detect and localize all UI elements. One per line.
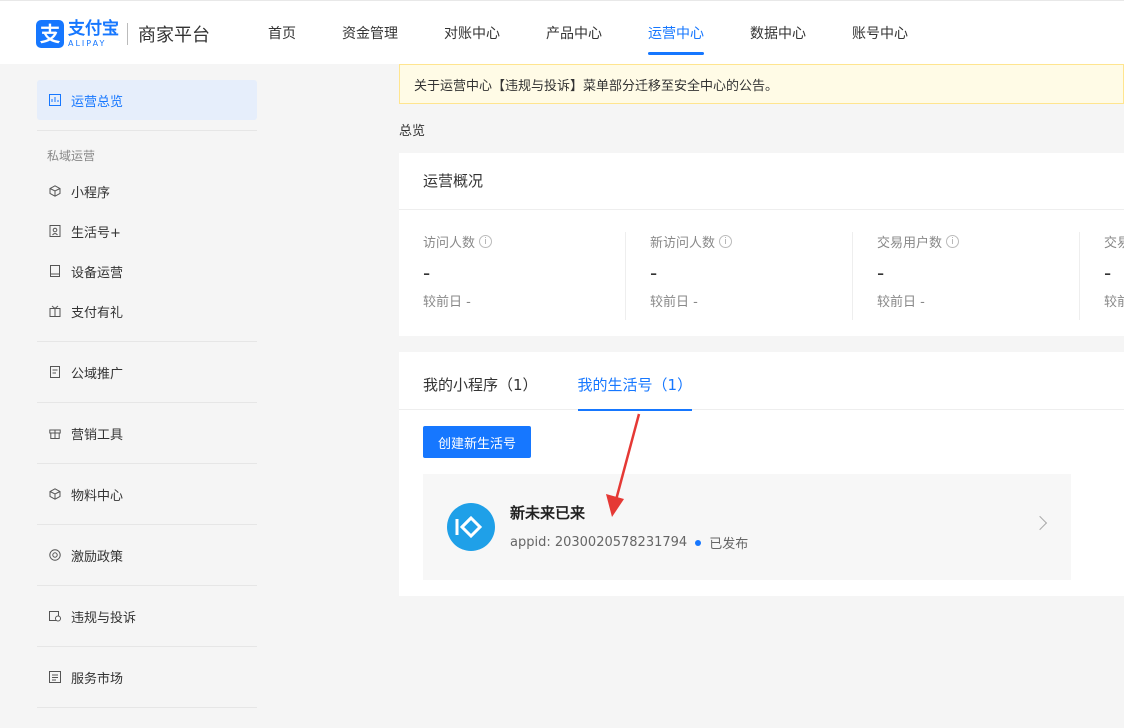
- nav-reconciliation[interactable]: 对账中心: [444, 1, 500, 65]
- logo-cn-text: 支付宝: [68, 18, 119, 39]
- sidebar-item-label: 物料中心: [71, 488, 124, 504]
- alipay-logo-icon: 支: [36, 20, 64, 48]
- alipay-logo[interactable]: 支 支付宝 ALIPAY 商家平台: [36, 20, 210, 48]
- create-life-account-button[interactable]: 创建新生活号: [423, 426, 532, 458]
- stat-label: 新访问人数: [650, 236, 716, 251]
- info-icon[interactable]: i: [946, 235, 960, 248]
- sidebar-divider: [37, 341, 257, 342]
- sidebar-divider: [37, 402, 257, 403]
- sidebar-item-payment-gift[interactable]: 支付有礼: [37, 291, 257, 331]
- sidebar-group-private: 私域运营: [47, 149, 96, 163]
- main-nav: 首页 资金管理 对账中心 产品中心 运营中心 数据中心 账号中心: [268, 1, 954, 65]
- platform-title: 商家平台: [138, 25, 210, 46]
- sidebar-item-label: 支付有礼: [71, 305, 124, 321]
- info-icon[interactable]: i: [719, 235, 733, 248]
- stat-trading-users: 交易用户数 i - 较前日 -: [853, 232, 1080, 320]
- apps-tabs: 我的小程序（1） 我的生活号（1）: [399, 352, 1124, 411]
- document-icon: [49, 366, 61, 378]
- sidebar-divider: [37, 130, 257, 131]
- sidebar-item-service-market[interactable]: 服务市场: [37, 657, 257, 697]
- sidebar-item-label: 违规与投诉: [71, 610, 137, 626]
- annotation-arrow-icon: [606, 413, 641, 517]
- announcement-banner[interactable]: 关于运营中心【违规与投诉】菜单部分迁移至安全中心的公告。: [399, 64, 1124, 104]
- overview-title: 运营概况: [399, 153, 1124, 210]
- badge-icon: [49, 549, 61, 561]
- profile-icon: [49, 225, 61, 237]
- nav-funds[interactable]: 资金管理: [342, 1, 398, 65]
- stat-compare: 较前日 -: [423, 295, 471, 310]
- sidebar-item-incentives[interactable]: 激励政策: [37, 535, 257, 575]
- life-account-item[interactable]: 新未来已来 appid: 2030020578231794 已发布: [423, 474, 1071, 580]
- cube-icon: [49, 185, 61, 197]
- sidebar-item-miniprogram[interactable]: 小程序: [37, 171, 257, 211]
- logo-divider: [127, 23, 128, 45]
- sidebar-item-overview[interactable]: 运营总览: [37, 80, 257, 120]
- tab-life-accounts[interactable]: 我的生活号（1）: [577, 352, 692, 411]
- stat-compare: 较前: [1104, 295, 1124, 310]
- sidebar-divider: [37, 646, 257, 647]
- stat-label: 访问人数: [423, 236, 476, 251]
- sidebar-item-device[interactable]: 设备运营: [37, 251, 257, 291]
- sidebar-item-label: 小程序: [71, 185, 111, 201]
- nav-products[interactable]: 产品中心: [546, 1, 602, 65]
- nav-operations[interactable]: 运营中心: [648, 1, 704, 65]
- stat-trading: 交易 - 较前: [1080, 232, 1124, 320]
- stat-label: 交易: [1104, 236, 1124, 251]
- sidebar-item-label: 服务市场: [71, 671, 124, 687]
- sidebar-item-lifeaccount[interactable]: 生活号+: [37, 211, 257, 251]
- sidebar-item-marketing-tools[interactable]: 营销工具: [37, 413, 257, 453]
- sidebar-item-label: 设备运营: [71, 265, 124, 281]
- stat-compare: 较前日 -: [650, 295, 698, 310]
- app-id: appid: 2030020578231794: [510, 535, 688, 550]
- chevron-right-icon: [1032, 515, 1048, 531]
- sidebar-item-label: 生活号+: [71, 225, 121, 241]
- overview-card: 运营概况 访问人数 i - 较前日 - 新访问人数 i - 较前日 - 交易用户数 i…: [399, 153, 1124, 336]
- sidebar-item-label: 激励政策: [71, 549, 124, 565]
- sidebar-item-label: 营销工具: [71, 427, 124, 443]
- stat-value: -: [423, 261, 431, 285]
- sidebar-item-public-promo[interactable]: 公域推广: [37, 352, 257, 392]
- cube-icon: [49, 488, 61, 500]
- status-dot-icon: [695, 539, 702, 546]
- stat-label: 交易用户数: [877, 236, 943, 251]
- announcement-text: 关于运营中心【违规与投诉】菜单部分迁移至安全中心的公告。: [414, 78, 779, 94]
- gift-box-icon: [49, 427, 61, 439]
- stat-value: -: [650, 261, 658, 285]
- sidebar-divider: [37, 585, 257, 586]
- sidebar-divider: [37, 524, 257, 525]
- app-avatar: [447, 503, 495, 551]
- stat-visitors: 访问人数 i - 较前日 -: [399, 232, 626, 320]
- complaint-icon: [49, 610, 61, 622]
- sidebar-item-violations[interactable]: 违规与投诉: [37, 596, 257, 636]
- apps-card: 我的小程序（1） 我的生活号（1） 创建新生活号 新未来已来 appid: 20…: [399, 352, 1124, 596]
- top-bar: 支 支付宝 ALIPAY 商家平台 首页 资金管理 对账中心 产品中心 运营中心…: [0, 0, 1124, 64]
- logo-en-text: ALIPAY: [68, 38, 107, 48]
- nav-home[interactable]: 首页: [268, 1, 296, 65]
- stat-compare: 较前日 -: [877, 295, 925, 310]
- chart-icon: [49, 94, 61, 106]
- info-icon[interactable]: i: [479, 235, 493, 248]
- sidebar-divider: [37, 463, 257, 464]
- sidebar: 运营总览 私域运营 小程序 生活号+ 设备运营 支付有礼 公域推广 营销工具 物…: [37, 64, 257, 718]
- list-icon: [49, 671, 61, 683]
- nav-account[interactable]: 账号中心: [852, 1, 908, 65]
- sidebar-divider: [37, 707, 257, 708]
- tab-mini-programs[interactable]: 我的小程序（1）: [423, 352, 538, 410]
- device-icon: [49, 265, 61, 277]
- nav-data[interactable]: 数据中心: [750, 1, 806, 65]
- stat-value: -: [1104, 261, 1112, 285]
- stat-value: -: [877, 261, 885, 285]
- sidebar-item-label: 运营总览: [71, 94, 124, 110]
- sidebar-item-label: 公域推广: [71, 366, 124, 382]
- breadcrumb: 总览: [399, 124, 426, 139]
- stats-row: 访问人数 i - 较前日 - 新访问人数 i - 较前日 - 交易用户数 i - 较前…: [399, 210, 1124, 320]
- sidebar-item-materials[interactable]: 物料中心: [37, 474, 257, 514]
- app-status: 已发布: [709, 537, 749, 552]
- gift-icon: [49, 305, 61, 317]
- stat-new-visitors: 新访问人数 i - 较前日 -: [626, 232, 853, 320]
